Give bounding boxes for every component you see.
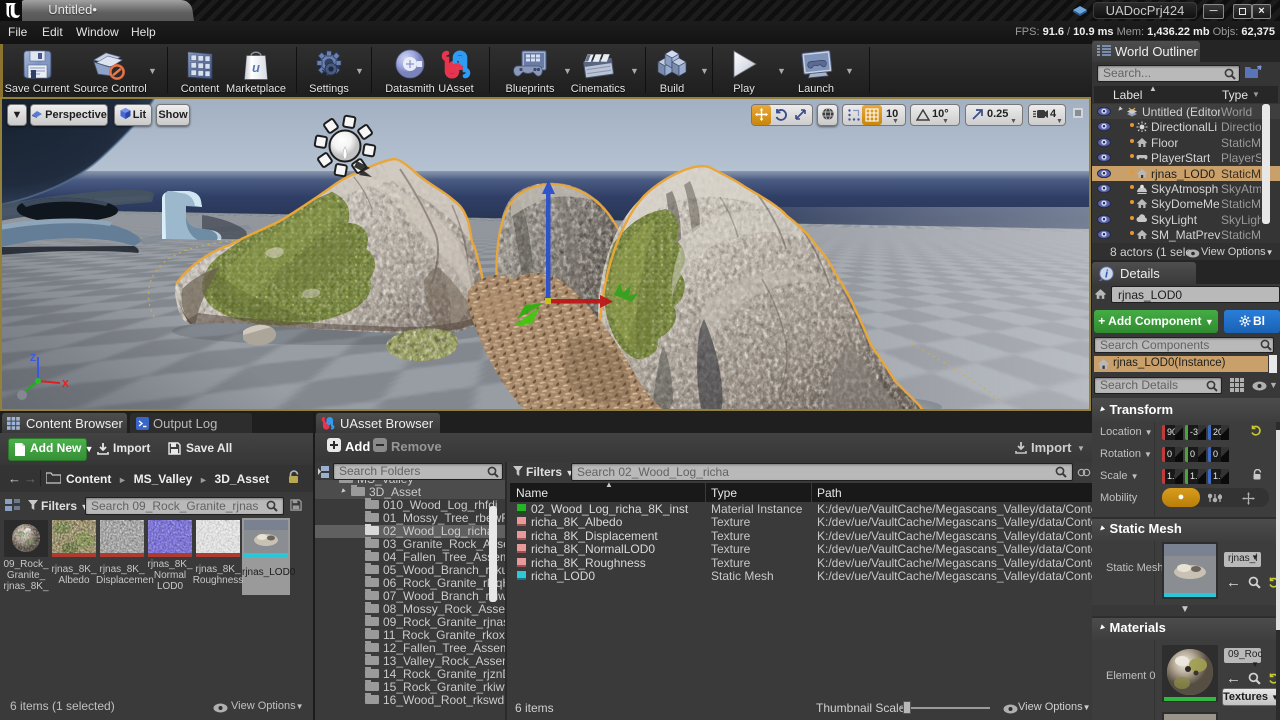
svg-text:X: X bbox=[62, 379, 69, 390]
svg-text:Z: Z bbox=[30, 353, 36, 364]
svg-text:u: u bbox=[252, 60, 260, 75]
